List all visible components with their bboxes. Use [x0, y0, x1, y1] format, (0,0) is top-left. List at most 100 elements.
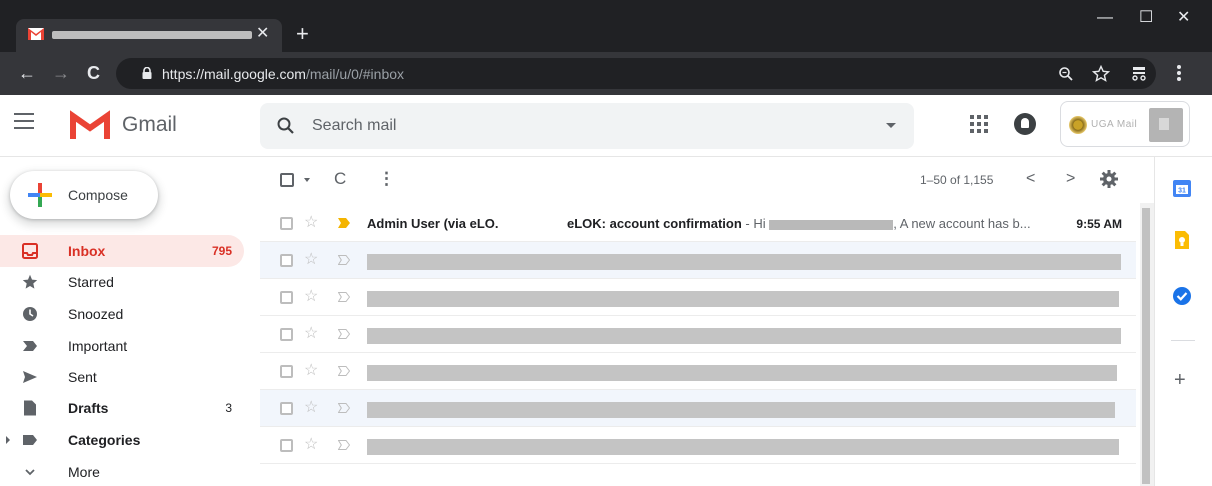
- calendar-icon[interactable]: 31: [1171, 177, 1193, 199]
- bookmark-star-icon[interactable]: [1092, 65, 1110, 83]
- row-checkbox[interactable]: [280, 291, 293, 304]
- search-input[interactable]: [312, 115, 872, 137]
- email-sender: Admin User (via eLO.: [367, 216, 499, 231]
- window-close-button[interactable]: ✕: [1177, 6, 1190, 30]
- older-page-button[interactable]: >: [1066, 169, 1075, 189]
- row-checkbox[interactable]: [280, 402, 293, 415]
- important-marker-icon[interactable]: [338, 255, 350, 265]
- newer-page-button[interactable]: <: [1026, 169, 1035, 189]
- important-icon: [23, 341, 37, 351]
- sidebar-item-label: Snoozed: [68, 306, 124, 322]
- email-row[interactable]: ☆: [260, 390, 1136, 427]
- email-row[interactable]: ☆: [260, 279, 1136, 316]
- notifications-icon[interactable]: [1014, 113, 1036, 135]
- star-icon: [22, 274, 38, 289]
- star-toggle-icon[interactable]: ☆: [304, 436, 318, 454]
- select-options-caret-icon[interactable]: [304, 178, 310, 182]
- star-toggle-icon[interactable]: ☆: [304, 288, 318, 306]
- row-checkbox[interactable]: [280, 365, 293, 378]
- important-marker-icon[interactable]: [338, 292, 350, 302]
- browser-tab-bar: ✕ + — ☐ ✕: [0, 0, 1212, 52]
- gmail-brand[interactable]: Gmail: [122, 111, 177, 139]
- apps-grid-icon[interactable]: [970, 115, 988, 133]
- account-switcher[interactable]: UGA Mail: [1060, 101, 1190, 147]
- add-addon-button[interactable]: +: [1174, 369, 1186, 391]
- important-marker-icon[interactable]: [338, 329, 350, 339]
- gmail-logo-icon[interactable]: [70, 110, 110, 140]
- search-icon[interactable]: [276, 116, 296, 136]
- settings-gear-icon[interactable]: [1100, 170, 1118, 188]
- email-row[interactable]: ☆ Admin User (via eLO. eLOK: account con…: [260, 205, 1136, 242]
- main-menu-icon[interactable]: [14, 113, 34, 131]
- unread-count: 795: [211, 244, 232, 258]
- avatar[interactable]: [1149, 108, 1183, 142]
- important-marker-icon[interactable]: [338, 403, 350, 413]
- sidebar-item-snoozed[interactable]: Snoozed: [0, 298, 244, 330]
- sidebar-item-sent[interactable]: Sent: [0, 361, 244, 393]
- sidebar-item-label: Inbox: [68, 243, 106, 259]
- select-all-checkbox[interactable]: [280, 173, 294, 187]
- sidebar-item-inbox[interactable]: Inbox 795: [0, 235, 244, 267]
- chevron-down-icon: [25, 469, 35, 476]
- sidebar-item-label: Drafts: [68, 400, 109, 416]
- compose-plus-icon: [28, 183, 52, 207]
- star-toggle-icon[interactable]: ☆: [304, 251, 318, 269]
- tab-close-icon[interactable]: ✕: [256, 24, 269, 44]
- pagination-range[interactable]: 1–50 of 1,155: [920, 172, 993, 188]
- new-tab-button[interactable]: +: [296, 22, 309, 46]
- browser-tab-gmail[interactable]: ✕: [16, 19, 282, 52]
- scrollbar-thumb[interactable]: [1142, 208, 1150, 484]
- sidebar-item-label: Starred: [68, 274, 114, 290]
- label-icon: [23, 435, 37, 445]
- expand-caret-icon[interactable]: [6, 436, 10, 444]
- svg-text:31: 31: [1178, 188, 1186, 195]
- menu-icon[interactable]: [1176, 64, 1182, 82]
- keep-icon[interactable]: [1171, 229, 1193, 251]
- important-marker-icon[interactable]: [338, 366, 350, 376]
- email-time: 9:55 AM: [1076, 217, 1122, 231]
- sidebar-item-important[interactable]: Important: [0, 330, 244, 362]
- important-marker-icon[interactable]: [338, 440, 350, 450]
- row-checkbox[interactable]: [280, 217, 293, 230]
- star-toggle-icon[interactable]: ☆: [304, 214, 318, 232]
- zoom-icon[interactable]: [1058, 66, 1074, 82]
- email-row[interactable]: ☆: [260, 353, 1136, 390]
- sidebar-item-starred[interactable]: Starred: [0, 266, 244, 298]
- email-row[interactable]: ☆: [260, 316, 1136, 353]
- maximize-button[interactable]: ☐: [1139, 6, 1153, 30]
- row-checkbox[interactable]: [280, 439, 293, 452]
- sidebar-item-label: Sent: [68, 369, 97, 385]
- extension-icon[interactable]: [1130, 64, 1148, 82]
- email-row[interactable]: ☆: [260, 427, 1136, 464]
- important-marker-icon[interactable]: [338, 218, 350, 228]
- row-checkbox[interactable]: [280, 328, 293, 341]
- compose-button[interactable]: Compose: [10, 171, 158, 219]
- tasks-icon[interactable]: [1171, 285, 1193, 307]
- compose-label: Compose: [68, 187, 128, 203]
- star-toggle-icon[interactable]: ☆: [304, 362, 318, 380]
- star-toggle-icon[interactable]: ☆: [304, 325, 318, 343]
- address-bar[interactable]: https://mail.google.com/mail/u/0/#inbox: [116, 58, 1156, 89]
- refresh-button[interactable]: C: [334, 169, 346, 189]
- org-seal-icon: [1069, 116, 1087, 134]
- more-actions-button[interactable]: ⋮: [378, 169, 395, 189]
- back-button[interactable]: ←: [18, 61, 36, 85]
- forward-button[interactable]: →: [52, 61, 70, 85]
- search-bar[interactable]: [260, 103, 914, 149]
- redacted-row-content: [367, 365, 1117, 381]
- lock-icon: [142, 67, 152, 79]
- redacted-row-content: [367, 402, 1115, 418]
- org-name: UGA Mail: [1091, 119, 1138, 130]
- redacted-row-content: [367, 328, 1121, 344]
- star-toggle-icon[interactable]: ☆: [304, 399, 318, 417]
- email-row[interactable]: ☆: [260, 242, 1136, 279]
- sidebar-item-drafts[interactable]: Drafts 3: [0, 392, 244, 424]
- sidebar-item-categories[interactable]: Categories: [0, 424, 244, 456]
- search-options-caret-icon[interactable]: [886, 123, 896, 128]
- minimize-button[interactable]: —: [1097, 6, 1113, 30]
- tab-title-redacted: [52, 31, 252, 39]
- url-text: https://mail.google.com/mail/u/0/#inbox: [162, 65, 404, 83]
- reload-button[interactable]: C: [87, 61, 100, 85]
- row-checkbox[interactable]: [280, 254, 293, 267]
- sidebar-item-more[interactable]: More: [0, 456, 244, 486]
